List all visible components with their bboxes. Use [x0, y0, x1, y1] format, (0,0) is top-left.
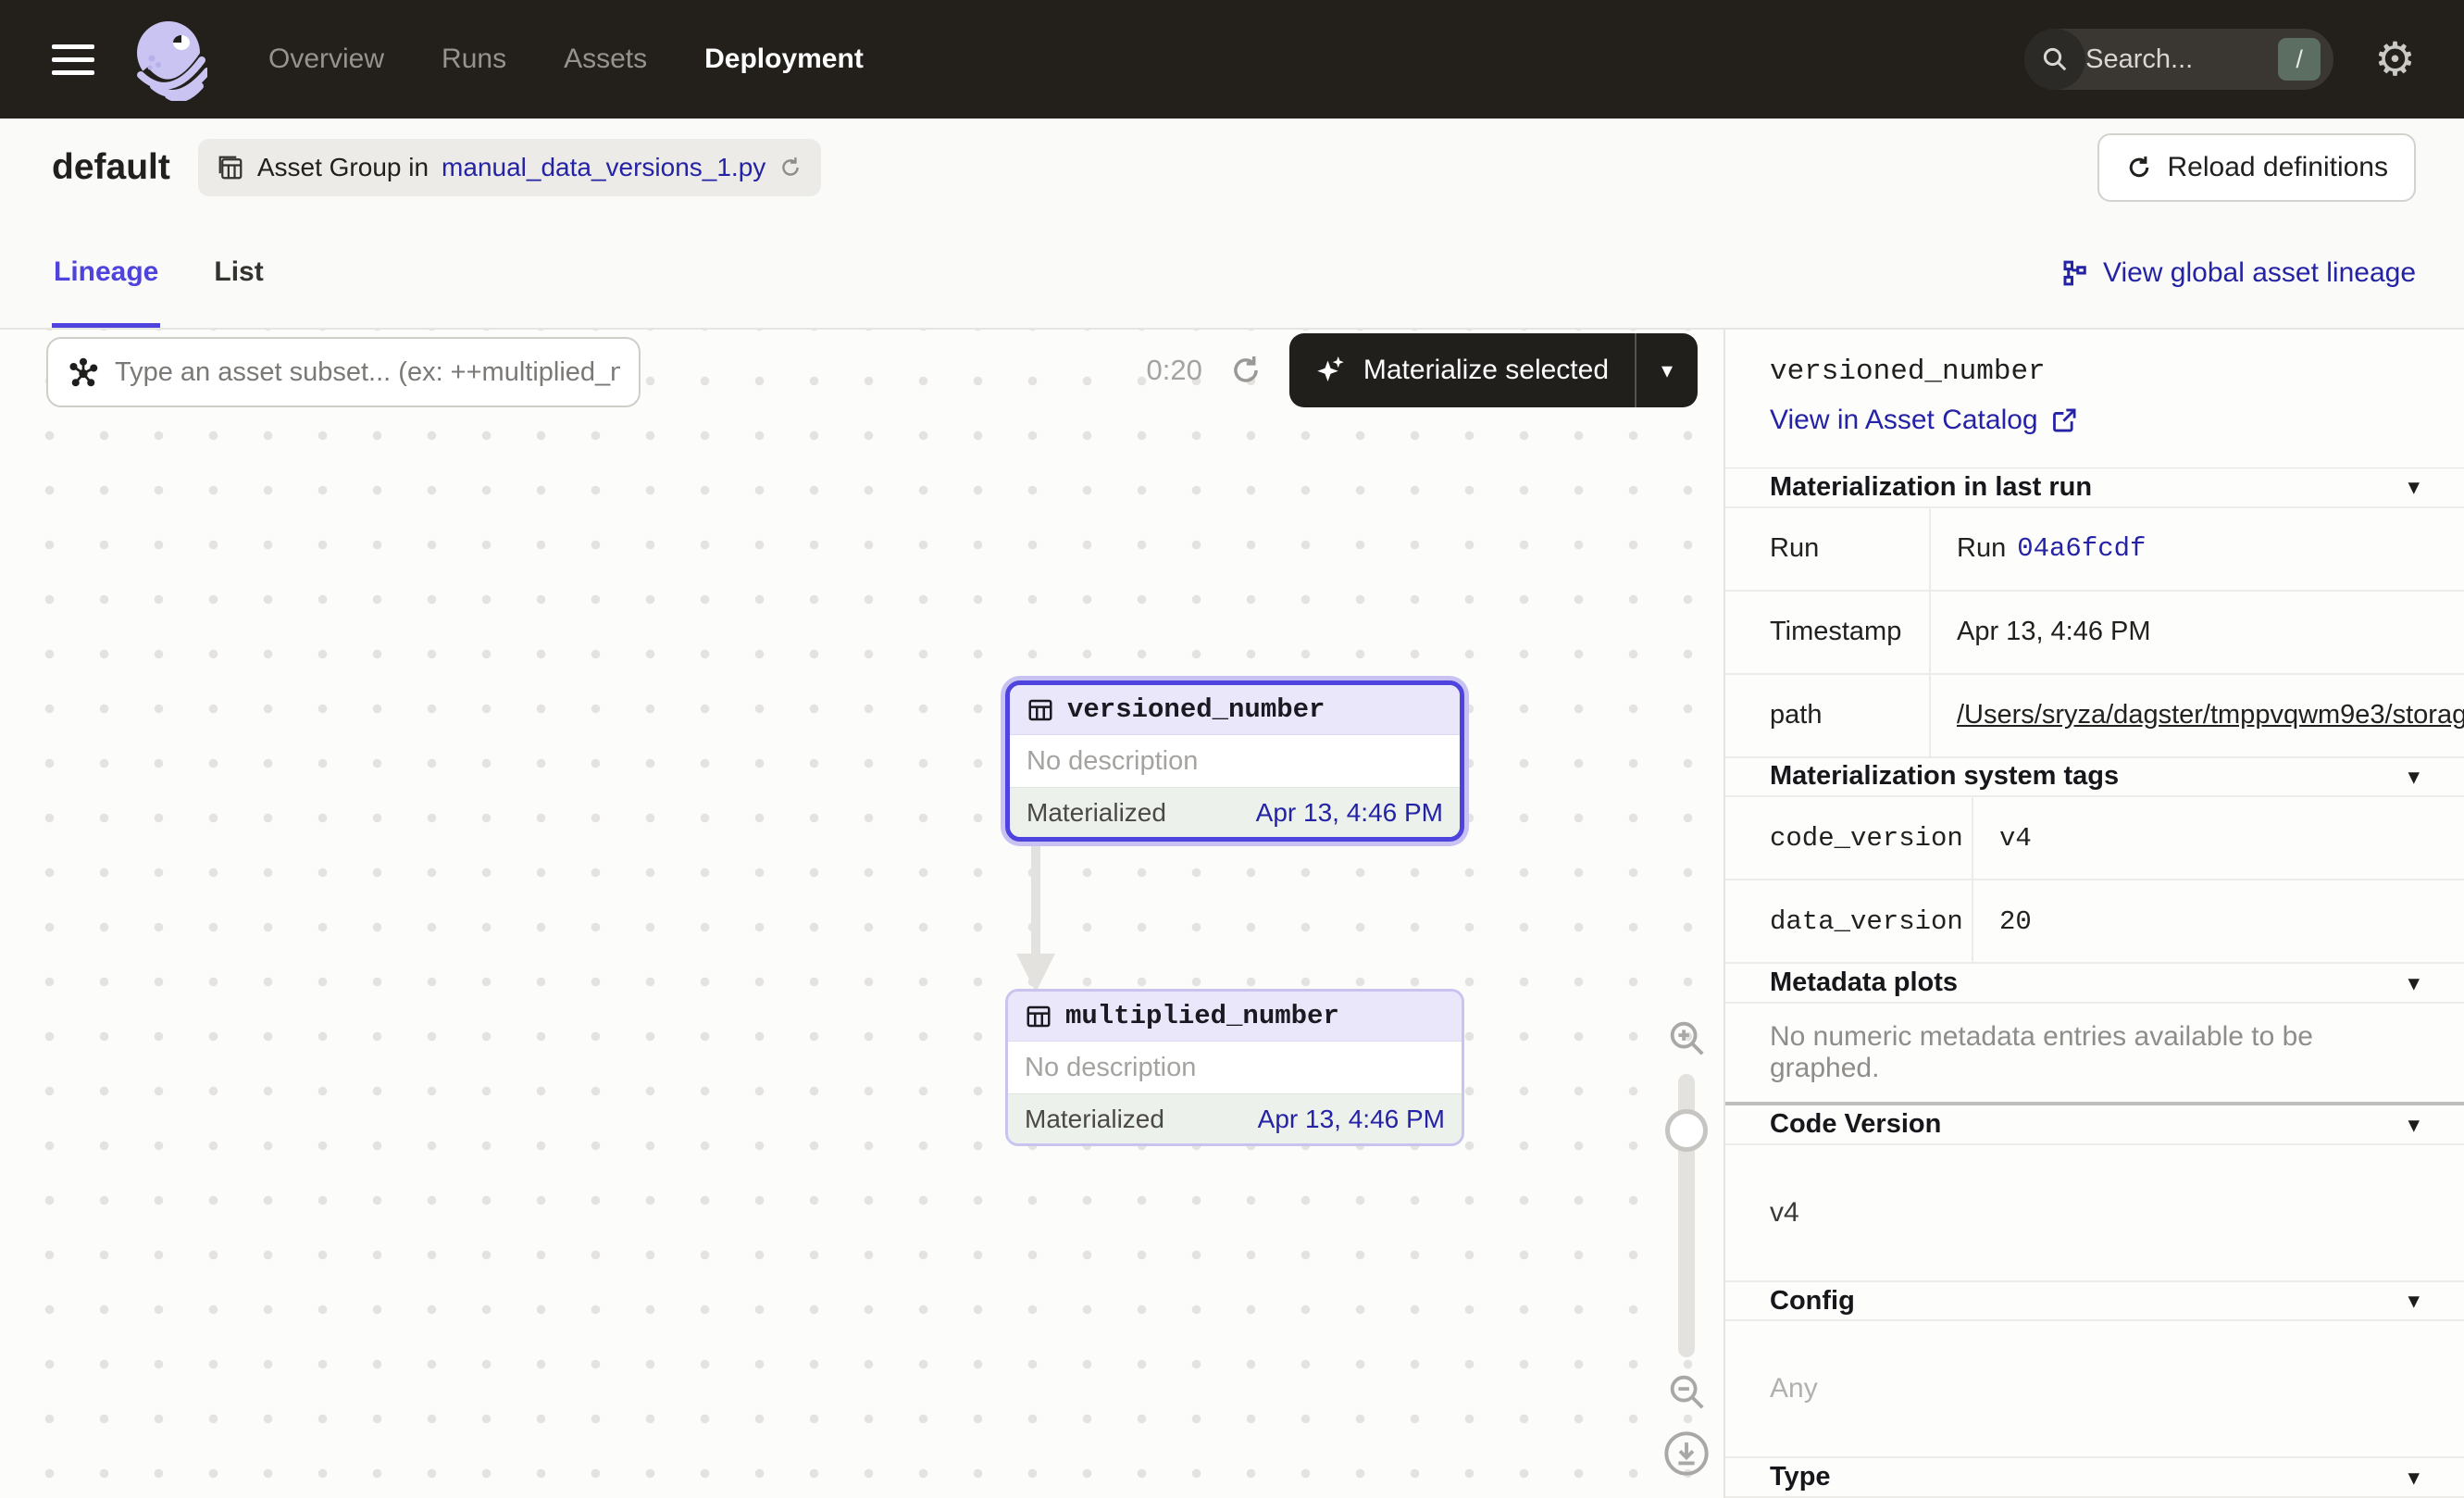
table-row-code-version: code_version v4 [1725, 797, 2464, 880]
zoom-in-icon[interactable] [1665, 1017, 1708, 1059]
tabs-row: Lineage List View global asset lineage [0, 217, 2464, 330]
asset-selector-icon [67, 356, 100, 389]
graph-refresh-icon[interactable] [1228, 353, 1263, 388]
asset-group-icon [217, 154, 244, 181]
node-description: No description [1010, 735, 1460, 787]
search-shortcut-badge: / [2278, 38, 2321, 81]
asset-group-badge: Asset Group in manual_data_versions_1.py [198, 139, 821, 196]
chevron-down-icon: ▾ [2408, 1464, 2420, 1492]
node-timestamp-link[interactable]: Apr 13, 4:46 PM [1256, 798, 1443, 828]
search-input[interactable] [2085, 44, 2278, 75]
materialize-selected-button[interactable]: Materialize selected ▾ [1289, 333, 1698, 407]
view-global-asset-lineage-link[interactable]: View global asset lineage [2060, 257, 2416, 328]
asset-group-text: Asset Group in [257, 153, 429, 182]
table-icon [1025, 1003, 1052, 1030]
hamburger-menu-icon[interactable] [52, 44, 94, 75]
materialize-dropdown-caret[interactable]: ▾ [1636, 357, 1698, 384]
section-materialization-system-tags[interactable]: Materialization system tags ▾ [1725, 758, 2464, 798]
chevron-down-icon: ▾ [2408, 763, 2420, 791]
section-code-version[interactable]: Code Version ▾ [1725, 1105, 2464, 1145]
node-title: versioned_number [1067, 694, 1325, 725]
chevron-down-icon: ▾ [2408, 1287, 2420, 1315]
chevron-down-icon: ▾ [2408, 1111, 2420, 1139]
table-row-timestamp: Timestamp Apr 13, 4:46 PM [1725, 592, 2464, 675]
zoom-slider-handle[interactable] [1665, 1109, 1708, 1152]
badge-refresh-icon[interactable] [778, 156, 803, 180]
reload-definitions-button[interactable]: Reload definitions [2097, 133, 2417, 202]
table-row-path: path /Users/sryza/dagster/tmppvqwm9e3/st… [1725, 675, 2464, 758]
tab-list[interactable]: List [212, 256, 265, 328]
asset-group-file-link[interactable]: manual_data_versions_1.py [442, 153, 765, 182]
asset-node-multiplied-number[interactable]: multiplied_number No description Materia… [1005, 989, 1464, 1146]
zoom-slider-track[interactable] [1678, 1074, 1695, 1357]
gear-icon[interactable]: ⚙ [2374, 36, 2416, 82]
global-search[interactable]: / [2024, 29, 2333, 90]
sparkles-icon [1315, 354, 1349, 387]
asset-subset-input[interactable] [115, 357, 620, 388]
nav-item-overview[interactable]: Overview [268, 44, 384, 75]
chevron-down-icon: ▾ [2408, 969, 2420, 997]
external-link-icon [2051, 407, 2077, 433]
sidebar-asset-title: versioned_number [1770, 356, 2420, 388]
lineage-icon [2060, 259, 2088, 287]
nav-item-deployment[interactable]: Deployment [704, 44, 864, 75]
dagster-logo[interactable] [130, 18, 207, 101]
config-value: Any [1725, 1321, 2464, 1458]
table-row-run: Run Run 04a6fcdf [1725, 508, 2464, 592]
node-description: No description [1008, 1042, 1462, 1093]
chevron-down-icon: ▾ [2408, 473, 2420, 501]
top-nav: Overview Runs Assets Deployment / ⚙ [0, 0, 2464, 119]
page-title: default [52, 147, 170, 188]
section-type[interactable]: Type ▾ [1725, 1458, 2464, 1498]
run-id-link[interactable]: 04a6fcdf [2017, 533, 2146, 564]
view-in-asset-catalog-link[interactable]: View in Asset Catalog [1770, 405, 2420, 436]
page-header: default Asset Group in manual_data_versi… [0, 119, 2464, 217]
asset-subset-filter[interactable] [46, 337, 641, 407]
graph-actions: 0:20 Materialize selected ▾ [1147, 333, 1698, 407]
table-icon [1027, 696, 1054, 724]
node-timestamp-link[interactable]: Apr 13, 4:46 PM [1258, 1105, 1445, 1134]
asset-graph-canvas[interactable]: 0:20 Materialize selected ▾ [0, 330, 1724, 1498]
nav-item-runs[interactable]: Runs [442, 44, 506, 75]
section-config[interactable]: Config ▾ [1725, 1282, 2464, 1322]
lineage-edge-arrow [1014, 830, 1057, 994]
nav-links: Overview Runs Assets Deployment [268, 44, 864, 75]
download-image-icon[interactable] [1662, 1429, 1711, 1478]
path-link[interactable]: /Users/sryza/dagster/tmppvqwm9e3/storage [1957, 700, 2464, 730]
search-icon [2024, 29, 2085, 90]
nav-item-assets[interactable]: Assets [564, 44, 647, 75]
zoom-controls [1659, 1017, 1714, 1478]
asset-node-versioned-number[interactable]: versioned_number No description Material… [1005, 680, 1464, 842]
table-row-data-version: data_version 20 [1725, 880, 2464, 964]
section-materialization-last-run[interactable]: Materialization in last run ▾ [1725, 468, 2464, 508]
section-metadata-plots[interactable]: Metadata plots ▾ [1725, 964, 2464, 1004]
node-status: Materialized [1025, 1105, 1164, 1134]
refresh-timer: 0:20 [1147, 354, 1202, 387]
node-title: multiplied_number [1065, 1001, 1339, 1031]
metadata-plots-empty-message: No numeric metadata entries available to… [1725, 1004, 2464, 1102]
node-status: Materialized [1027, 798, 1166, 828]
asset-sidebar: versioned_number View in Asset Catalog M… [1724, 330, 2464, 1498]
zoom-out-icon[interactable] [1665, 1370, 1708, 1413]
nav-right: / ⚙ [2024, 29, 2416, 90]
reload-icon [2125, 154, 2153, 181]
code-version-value: v4 [1725, 1145, 2464, 1282]
tab-lineage[interactable]: Lineage [52, 256, 160, 328]
